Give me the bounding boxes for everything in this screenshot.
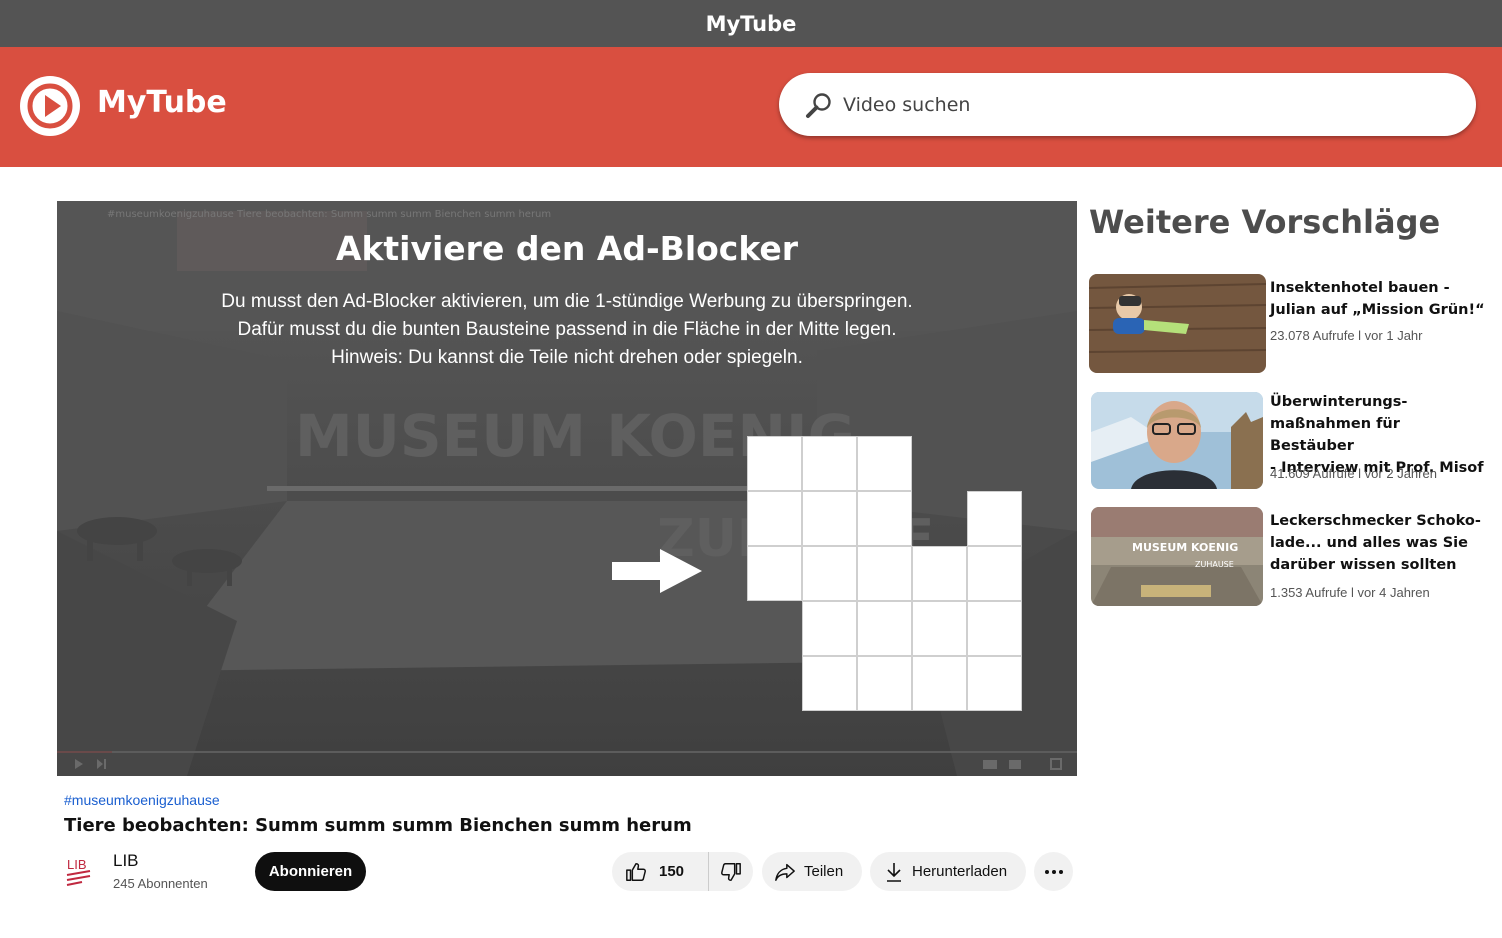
download-label: Herunterladen [912, 863, 1008, 880]
player-controls[interactable] [57, 744, 1077, 776]
suggestions-heading: Weitere Vorschläge [1089, 203, 1441, 241]
window-title: MyTube [705, 11, 797, 36]
recommendation-title-1[interactable]: Insektenhotel bauen - Julian auf „Missio… [1270, 277, 1485, 321]
puzzle-cell[interactable] [857, 601, 912, 656]
subscriber-count: 245 Abonnenten [113, 876, 208, 891]
channel-name[interactable]: LIB [113, 851, 139, 871]
top-navigation-bar: MyTube [0, 47, 1502, 167]
recommendation-meta-1: 23.078 Aufrufe l vor 1 Jahr [1270, 328, 1423, 343]
puzzle-cell[interactable] [802, 491, 857, 546]
puzzle-cell[interactable] [747, 436, 802, 491]
window-title-bar: MyTube [0, 0, 1502, 47]
search-icon[interactable] [805, 91, 833, 119]
puzzle-cell[interactable] [857, 491, 912, 546]
puzzle-cell[interactable] [912, 546, 967, 601]
mytube-logo-icon[interactable] [20, 76, 80, 136]
puzzle-cell[interactable] [802, 601, 857, 656]
recommendation-thumbnail-3[interactable]: MUSEUM KOENIG ZUHAUSE [1091, 507, 1263, 606]
puzzle-cell[interactable] [802, 546, 857, 601]
svg-text:ZUHAUSE: ZUHAUSE [1195, 560, 1234, 569]
puzzle-cell[interactable] [857, 436, 912, 491]
puzzle-cell[interactable] [747, 491, 802, 546]
video-title: Tiere beobachten: Summ summ summ Bienche… [64, 815, 692, 836]
share-arrow-icon [775, 863, 795, 881]
download-icon [887, 862, 901, 882]
puzzle-cell[interactable] [802, 436, 857, 491]
puzzle-cell[interactable] [912, 656, 967, 711]
more-horizontal-icon [1044, 869, 1063, 874]
puzzle-cell[interactable] [967, 491, 1022, 546]
like-dislike-group: 150 [612, 852, 753, 891]
video-player[interactable]: #museumkoenigzuhause Tiere beobachten: S… [57, 201, 1077, 776]
recommendation-thumbnail-1[interactable] [1089, 274, 1266, 373]
more-actions-button[interactable] [1034, 852, 1073, 891]
recommendation-thumbnail-2[interactable] [1091, 392, 1263, 489]
puzzle-cell[interactable] [967, 546, 1022, 601]
puzzle-cell[interactable] [857, 546, 912, 601]
puzzle-drop-area[interactable] [747, 436, 1023, 712]
video-hashtag-link[interactable]: #museumkoenigzuhause [64, 792, 220, 808]
arrow-right-icon [612, 549, 702, 593]
download-button[interactable]: Herunterladen [870, 852, 1026, 891]
search-input[interactable] [843, 93, 1403, 116]
puzzle-cell[interactable] [802, 656, 857, 711]
adblock-overlay-title: Aktiviere den Ad-Blocker [335, 229, 799, 268]
share-button[interactable]: Teilen [762, 852, 862, 891]
puzzle-cell[interactable] [747, 546, 802, 601]
search-bar[interactable] [779, 73, 1476, 136]
svg-text:MUSEUM KOENIG: MUSEUM KOENIG [1132, 541, 1238, 554]
like-button[interactable]: 150 [612, 852, 709, 891]
adblock-instruction-line-1: Du musst den Ad-Blocker aktivieren, um d… [221, 291, 913, 312]
puzzle-cell[interactable] [912, 601, 967, 656]
logo-text[interactable]: MyTube [97, 85, 227, 120]
thumbs-up-icon [626, 862, 646, 881]
thumbs-down-icon [721, 862, 741, 881]
channel-avatar[interactable]: LIB [64, 854, 98, 888]
recommendation-title-3[interactable]: Leckerschmecker Schoko- lade... und alle… [1270, 510, 1485, 576]
svg-text:LIB: LIB [67, 857, 87, 872]
share-label: Teilen [804, 863, 844, 880]
adblock-instruction-line-2: Dafür musst du die bunten Bausteine pass… [237, 319, 897, 340]
svg-text:#museumkoenigzuhause Tiere beo: #museumkoenigzuhause Tiere beobachten: S… [107, 209, 551, 220]
recommendation-meta-2: 41.609 Aufrufe l vor 2 Jahren [1270, 466, 1437, 481]
subscribe-button[interactable]: Abonnieren [255, 852, 366, 891]
puzzle-cell[interactable] [967, 656, 1022, 711]
dislike-button[interactable] [709, 852, 753, 891]
recommendation-meta-3: 1.353 Aufrufe l vor 4 Jahren [1270, 585, 1430, 600]
puzzle-cell[interactable] [857, 656, 912, 711]
puzzle-cell[interactable] [967, 601, 1022, 656]
like-count: 150 [659, 863, 685, 880]
adblock-instruction-line-3: Hinweis: Du kannst die Teile nicht drehe… [331, 347, 803, 368]
